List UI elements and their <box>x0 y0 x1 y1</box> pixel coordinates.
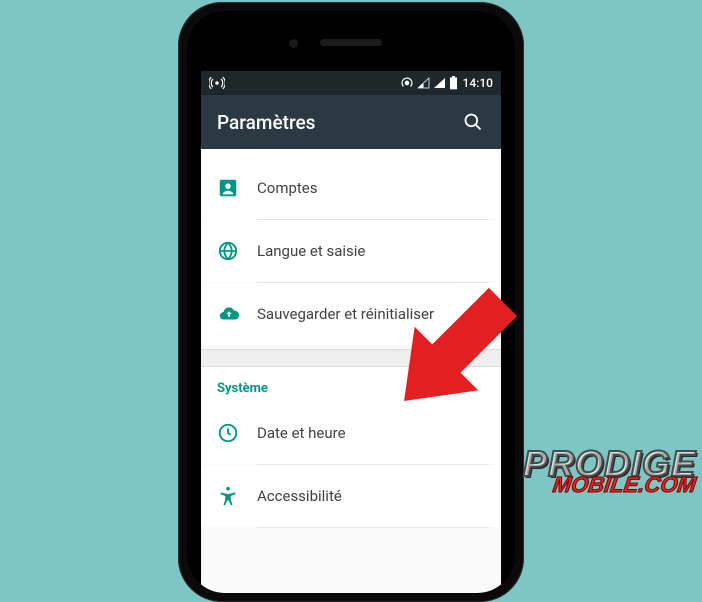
accessibility-icon <box>217 485 257 507</box>
settings-list: Comptes Langue et saisie Sauvegarder et … <box>201 149 501 528</box>
watermark: PRODIGE MOBILE.COM <box>523 450 696 494</box>
search-icon <box>463 112 483 132</box>
item-label: Langue et saisie <box>257 242 485 260</box>
settings-item-language[interactable]: Langue et saisie <box>201 220 501 282</box>
search-button[interactable] <box>461 110 485 134</box>
phone-earpiece <box>320 39 382 46</box>
broadcast-icon <box>209 76 225 90</box>
phone-frame: 14:10 Paramètres Comptes <box>178 2 524 602</box>
settings-item-accessibility[interactable]: Accessibilité <box>201 465 501 527</box>
page-title: Paramètres <box>217 111 461 134</box>
item-label: Sauvegarder et réinitialiser <box>257 305 485 323</box>
settings-item-accounts[interactable]: Comptes <box>201 157 501 219</box>
settings-item-backup[interactable]: Sauvegarder et réinitialiser <box>201 283 501 345</box>
signal-full-icon <box>433 77 446 89</box>
phone-screen: 14:10 Paramètres Comptes <box>201 71 501 593</box>
divider <box>257 527 489 528</box>
section-header-system: Système <box>201 367 501 402</box>
clock-icon <box>217 422 257 444</box>
globe-icon <box>217 240 257 262</box>
app-bar: Paramètres <box>201 95 501 149</box>
section-divider <box>201 349 501 367</box>
accounts-icon <box>217 177 257 199</box>
settings-item-datetime[interactable]: Date et heure <box>201 402 501 464</box>
cloud-upload-icon <box>217 303 257 325</box>
item-label: Date et heure <box>257 424 485 442</box>
status-bar: 14:10 <box>201 71 501 95</box>
phone-bezel: 14:10 Paramètres Comptes <box>187 11 515 593</box>
status-time: 14:10 <box>463 76 493 90</box>
item-label: Comptes <box>257 179 485 197</box>
item-label: Accessibilité <box>257 487 485 505</box>
hotspot-icon <box>400 76 414 90</box>
signal-icon <box>417 77 430 89</box>
phone-sensor <box>289 39 298 48</box>
watermark-domain: MOBILE.COM <box>522 476 698 494</box>
battery-icon <box>449 76 458 90</box>
